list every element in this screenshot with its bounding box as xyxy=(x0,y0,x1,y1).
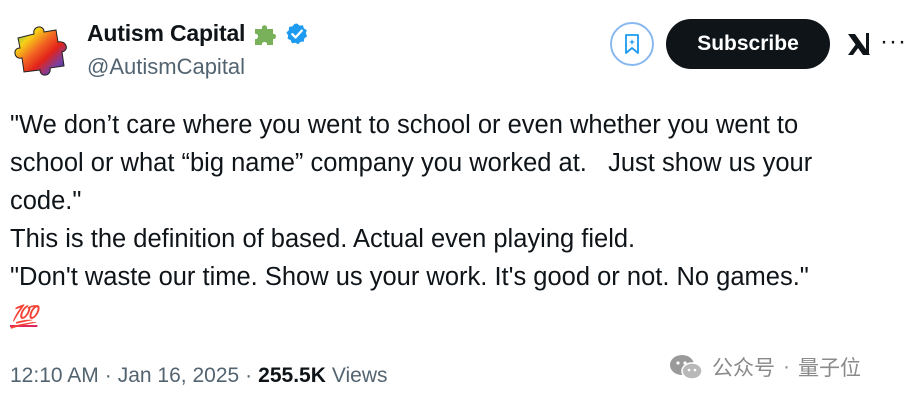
tweet-time[interactable]: 12:10 AM xyxy=(10,364,99,388)
subscribe-button[interactable]: Subscribe xyxy=(666,19,830,69)
hundred-points-emoji: 💯 xyxy=(10,304,38,329)
author-name-row: Autism Capital xyxy=(87,20,309,47)
tweet-line: code." xyxy=(10,187,82,215)
meta-separator: · xyxy=(104,364,112,387)
tweet-text: "We don’t care where you went to school … xyxy=(10,106,910,336)
watermark: 公众号 · 量子位 xyxy=(668,352,861,382)
more-options-icon[interactable]: ··· xyxy=(880,28,907,56)
verified-badge-icon[interactable] xyxy=(285,22,309,46)
views-label: Views xyxy=(331,364,388,387)
author-handle[interactable]: @AutismCapital xyxy=(87,54,245,80)
rainbow-puzzle-avatar-icon xyxy=(14,26,67,76)
watermark-separator: · xyxy=(783,355,790,378)
views-count: 255.5K xyxy=(258,364,326,387)
xai-logo-icon[interactable] xyxy=(846,31,872,62)
bookmark-grok-button[interactable] xyxy=(610,22,654,66)
author-name[interactable]: Autism Capital xyxy=(87,20,245,47)
tweet-date[interactable]: Jan 16, 2025 xyxy=(118,364,239,388)
tweet-line: This is the definition of based. Actual … xyxy=(10,225,636,253)
wechat-icon xyxy=(670,355,703,380)
puzzle-piece-icon xyxy=(255,24,277,45)
watermark-name: 量子位 xyxy=(798,357,861,380)
bookmark-grok-icon xyxy=(625,34,639,54)
tweet-line: school or what “big name” company you wo… xyxy=(10,149,813,177)
watermark-source: 公众号 xyxy=(712,357,775,380)
tweet-meta: 12:10 AM · Jan 16, 2025 · 255.5K Views xyxy=(10,364,388,388)
avatar[interactable] xyxy=(12,24,74,78)
meta-separator: · xyxy=(245,364,253,387)
tweet-line: "We don’t care where you went to school … xyxy=(10,111,799,139)
tweet-line: "Don't waste our time. Show us your work… xyxy=(10,263,809,291)
